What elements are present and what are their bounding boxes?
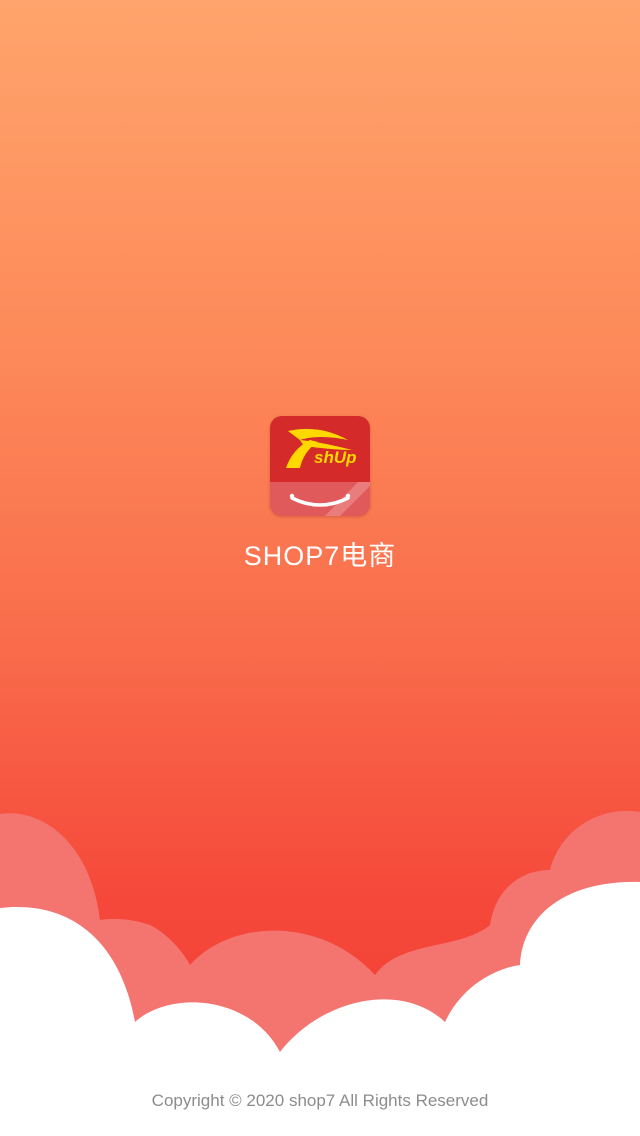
app-name: SHOP7电商 [243, 541, 397, 571]
splash-screen: shUp SHOP7电商 Copyright © 2020 shop7 All … [0, 0, 640, 1136]
app-logo-icon: shUp [270, 416, 370, 516]
copyright-text: Copyright © 2020 shop7 All Rights Reserv… [151, 1091, 489, 1110]
clouds-decoration [0, 810, 640, 1136]
svg-text:shUp: shUp [314, 448, 357, 467]
